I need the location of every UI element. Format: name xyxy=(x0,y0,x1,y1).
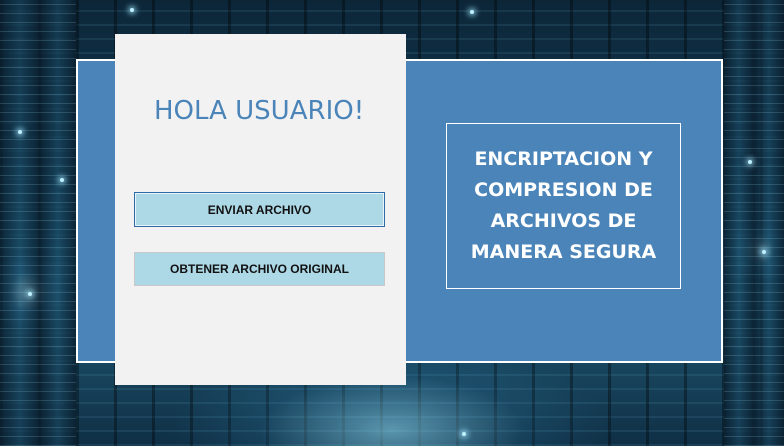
server-light xyxy=(28,292,32,296)
server-light xyxy=(462,432,466,436)
get-original-file-button[interactable]: OBTENER ARCHIVO ORIGINAL xyxy=(134,252,385,286)
app-title-line: COMPRESION DE xyxy=(474,179,653,201)
app-title-line: ENCRIPTACION Y xyxy=(474,148,653,170)
server-rack-image xyxy=(40,0,76,446)
send-file-button[interactable]: ENVIAR ARCHIVO xyxy=(134,192,385,227)
server-rack-image xyxy=(0,0,40,446)
app-title-box: ENCRIPTACION Y COMPRESION DE ARCHIVOS DE… xyxy=(446,123,681,289)
app-title: ENCRIPTACION Y COMPRESION DE ARCHIVOS DE… xyxy=(471,144,656,268)
left-panel: HOLA USUARIO! ENVIAR ARCHIVO OBTENER ARC… xyxy=(115,34,406,385)
server-rack-image xyxy=(724,0,754,446)
server-light xyxy=(470,10,474,14)
server-light xyxy=(130,8,134,12)
server-light xyxy=(60,178,64,182)
server-light xyxy=(762,250,766,254)
app-title-line: ARCHIVOS DE xyxy=(490,210,637,232)
app-title-line: MANERA SEGURA xyxy=(470,241,657,263)
server-rack-image xyxy=(754,0,784,446)
server-light xyxy=(748,160,752,164)
server-light xyxy=(18,130,22,134)
greeting-heading: HOLA USUARIO! xyxy=(154,96,365,126)
